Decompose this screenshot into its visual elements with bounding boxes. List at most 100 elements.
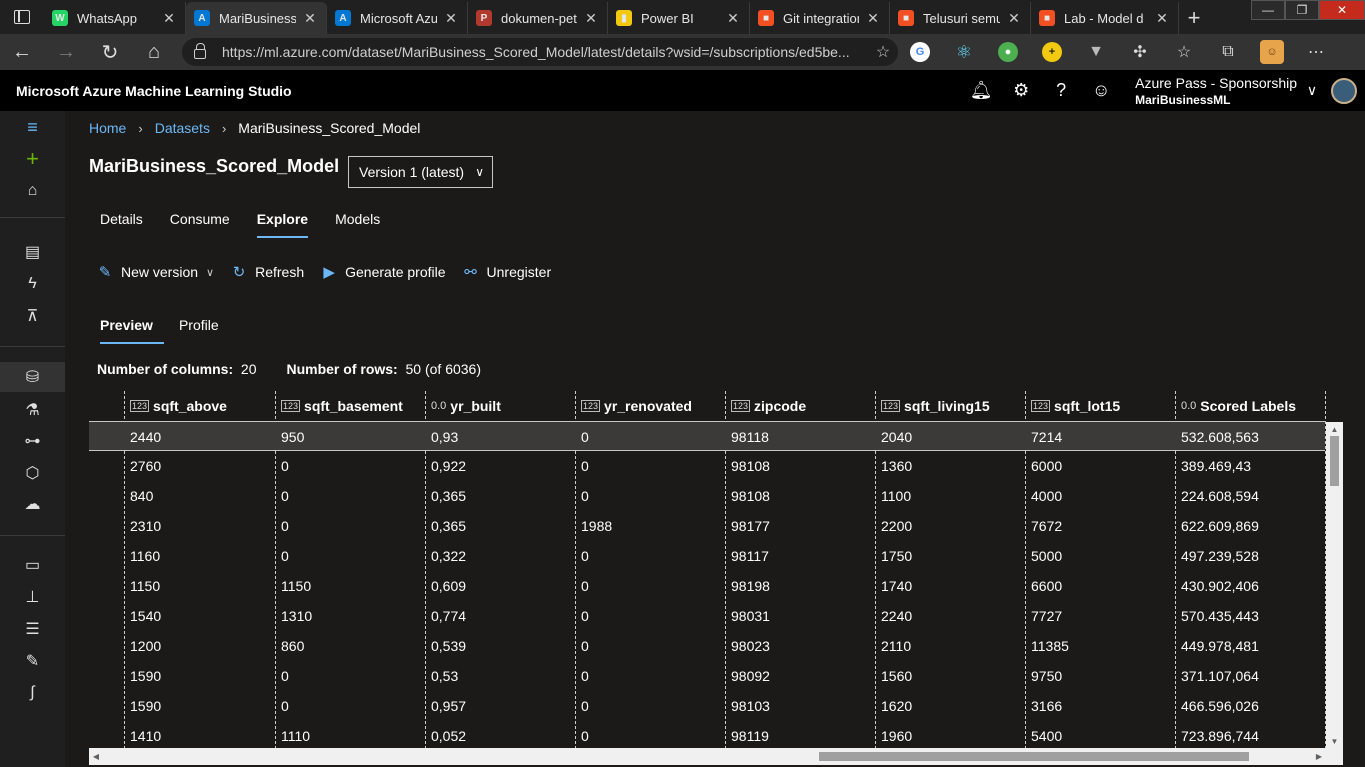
table-row[interactable]: 2440 950 0,93 0 98118 2040 7214 532.608,563 xyxy=(89,421,1325,451)
nav-pipelines[interactable]: ⊶ xyxy=(0,426,65,456)
tab-models[interactable]: Models xyxy=(324,208,391,238)
scroll-right-icon[interactable]: ▶ xyxy=(1312,748,1326,765)
nav-data-labeling[interactable]: ✎ xyxy=(0,646,65,676)
extension-vue[interactable]: ▼ xyxy=(1074,34,1118,70)
back-button[interactable]: ← xyxy=(0,34,44,70)
browser-tab[interactable]: Pdokumen-pet ✕ xyxy=(468,2,608,34)
scroll-left-icon[interactable]: ◀ xyxy=(89,748,103,765)
generate-profile-button[interactable]: ▶ Generate profile xyxy=(319,263,445,281)
column-header[interactable]: 123 yr_renovated xyxy=(575,391,725,421)
table-row[interactable]: 1590 0 0,53 0 98092 1560 9750 371.107,064 xyxy=(89,661,1325,691)
table-row[interactable]: 2310 0 0,365 1988 98177 2200 7672 622.609,869 xyxy=(89,511,1325,541)
scroll-up-icon[interactable]: ▲ xyxy=(1326,422,1343,436)
account-info[interactable]: Azure Pass - Sponsorship MariBusinessML xyxy=(1135,75,1297,107)
version-dropdown[interactable]: Version 1 (latest) ∨ xyxy=(348,156,493,188)
feedback-button[interactable]: ☺ xyxy=(1081,70,1121,111)
vertical-scrollbar[interactable]: ▲ ▼ xyxy=(1326,422,1343,748)
column-header[interactable]: 123 sqft_living15 xyxy=(875,391,1025,421)
new-version-button[interactable]: ✎ New version ∨ xyxy=(95,263,214,281)
browser-tab[interactable]: ■ Lab - Model d ✕ xyxy=(1031,2,1179,34)
close-tab-icon[interactable]: ✕ xyxy=(583,10,599,27)
close-tab-icon[interactable]: ✕ xyxy=(865,10,881,27)
avatar[interactable] xyxy=(1331,77,1357,104)
browser-tab[interactable]: ▮ Power BI ✕ xyxy=(608,2,750,34)
app-brand[interactable]: Microsoft Azure Machine Learning Studio xyxy=(16,83,292,99)
nav-compute[interactable]: ▭ xyxy=(0,550,65,580)
nav-designer[interactable]: ⊼ xyxy=(0,301,65,331)
reload-button[interactable]: ↻ xyxy=(88,34,132,70)
url-field[interactable]: https://ml.azure.com/dataset/MariBusines… xyxy=(182,38,898,66)
close-tab-icon[interactable]: ✕ xyxy=(161,10,177,27)
hamburger-menu-button[interactable]: ≡ xyxy=(0,112,65,142)
tab-consume[interactable]: Consume xyxy=(159,208,241,238)
account-chevron-down-icon[interactable]: ∨ xyxy=(1297,82,1327,99)
column-header[interactable]: 123 sqft_basement xyxy=(275,391,425,421)
new-tab-button[interactable]: + xyxy=(1179,2,1209,34)
favorites-button[interactable]: ☆ xyxy=(1162,34,1206,70)
extensions-button[interactable]: ✣ xyxy=(1118,34,1162,70)
restore-button[interactable]: ❐ xyxy=(1285,0,1319,20)
horizontal-scroll-thumb[interactable] xyxy=(819,752,1249,761)
profile-button[interactable]: ☺ xyxy=(1250,34,1294,70)
nav-datasets[interactable]: ⛁ xyxy=(0,362,65,392)
minimize-button[interactable]: — xyxy=(1251,0,1285,20)
nav-endpoints[interactable]: ☁ xyxy=(0,489,65,519)
breadcrumb-home[interactable]: Home xyxy=(89,120,126,136)
close-tab-icon[interactable]: ✕ xyxy=(302,10,318,27)
nav-create-new[interactable]: + xyxy=(0,144,65,174)
tab-explore[interactable]: Explore xyxy=(246,208,319,238)
browser-tab[interactable]: W WhatsApp ✕ xyxy=(44,2,186,34)
nav-datastores[interactable]: ☰ xyxy=(0,614,65,644)
scroll-down-icon[interactable]: ▼ xyxy=(1326,734,1343,748)
nav-home[interactable]: ⌂ xyxy=(0,176,65,206)
tab-actions-button[interactable] xyxy=(0,0,44,34)
extension-color[interactable]: ● xyxy=(986,34,1030,70)
table-row[interactable]: 2760 0 0,922 0 98108 1360 6000 389.469,43 xyxy=(89,451,1325,481)
nav-notebooks[interactable]: ▤ xyxy=(0,237,65,267)
tab-preview[interactable]: Preview xyxy=(89,315,164,344)
forward-button[interactable]: → xyxy=(44,34,88,70)
table-row[interactable]: 1200 860 0,539 0 98023 2110 11385 449.978,481 xyxy=(89,631,1325,661)
table-row[interactable]: 1590 0 0,957 0 98103 1620 3166 466.596,026 xyxy=(89,691,1325,721)
nav-linked-services[interactable]: ∫ xyxy=(0,678,65,708)
column-header[interactable]: 0.0 Scored Labels xyxy=(1175,391,1325,421)
horizontal-scrollbar[interactable]: ◀ ▶ xyxy=(89,748,1343,765)
tab-details[interactable]: Details xyxy=(89,208,154,238)
column-header[interactable]: 0.0 yr_built xyxy=(425,391,575,421)
table-row[interactable]: 1150 1150 0,609 0 98198 1740 6600 430.902,406 xyxy=(89,571,1325,601)
browser-tab[interactable]: ■ Git integration ✕ xyxy=(750,2,890,34)
favorite-star-icon[interactable]: ☆ xyxy=(868,42,898,62)
help-button[interactable]: ? xyxy=(1041,70,1081,111)
tab-profile[interactable]: Profile xyxy=(168,315,230,344)
extension-plus[interactable]: + xyxy=(1030,34,1074,70)
nav-automated-ml[interactable]: ϟ xyxy=(0,269,65,299)
vertical-scroll-thumb[interactable] xyxy=(1330,436,1339,486)
column-header[interactable]: 123 sqft_above xyxy=(124,391,274,421)
column-header[interactable]: 123 sqft_lot15 xyxy=(1025,391,1175,421)
notifications-button[interactable]: 🔔︎ xyxy=(961,70,1001,111)
refresh-button[interactable]: ↻ Refresh xyxy=(229,263,304,281)
close-tab-icon[interactable]: ✕ xyxy=(725,10,741,27)
breadcrumb-datasets[interactable]: Datasets xyxy=(155,120,210,136)
extension-translate[interactable]: G xyxy=(898,34,942,70)
table-row[interactable]: 1410 1110 0,052 0 98119 1960 5400 723.896,744 xyxy=(89,721,1325,751)
close-window-button[interactable]: ✕ xyxy=(1319,0,1365,20)
table-row[interactable]: 1160 0 0,322 0 98117 1750 5000 497.239,528 xyxy=(89,541,1325,571)
extension-react[interactable]: ⚛ xyxy=(942,34,986,70)
close-tab-icon[interactable]: ✕ xyxy=(443,10,459,27)
column-header[interactable]: 123 zipcode xyxy=(725,391,875,421)
browser-tab[interactable]: ■ Telusuri semua ✕ xyxy=(890,2,1031,34)
table-row[interactable]: 840 0 0,365 0 98108 1100 4000 224.608,594 xyxy=(89,481,1325,511)
collections-button[interactable]: ⧉ xyxy=(1206,34,1250,70)
nav-models[interactable]: ⬡ xyxy=(0,458,65,488)
table-row[interactable]: 1540 1310 0,774 0 98031 2240 7727 570.435,443 xyxy=(89,601,1325,631)
nav-environments[interactable]: ⊥ xyxy=(0,582,65,612)
close-tab-icon[interactable]: ✕ xyxy=(1154,10,1170,27)
home-button[interactable]: ⌂ xyxy=(132,34,176,70)
browser-menu-button[interactable]: ⋯ xyxy=(1294,34,1338,70)
close-tab-icon[interactable]: ✕ xyxy=(1006,10,1022,27)
browser-tab[interactable]: A MariBusiness_S ✕ xyxy=(186,2,327,34)
settings-button[interactable]: ⚙ xyxy=(1001,70,1041,111)
browser-tab[interactable]: A Microsoft Azu ✕ xyxy=(327,2,468,34)
nav-experiments[interactable]: ⚗ xyxy=(0,395,65,425)
